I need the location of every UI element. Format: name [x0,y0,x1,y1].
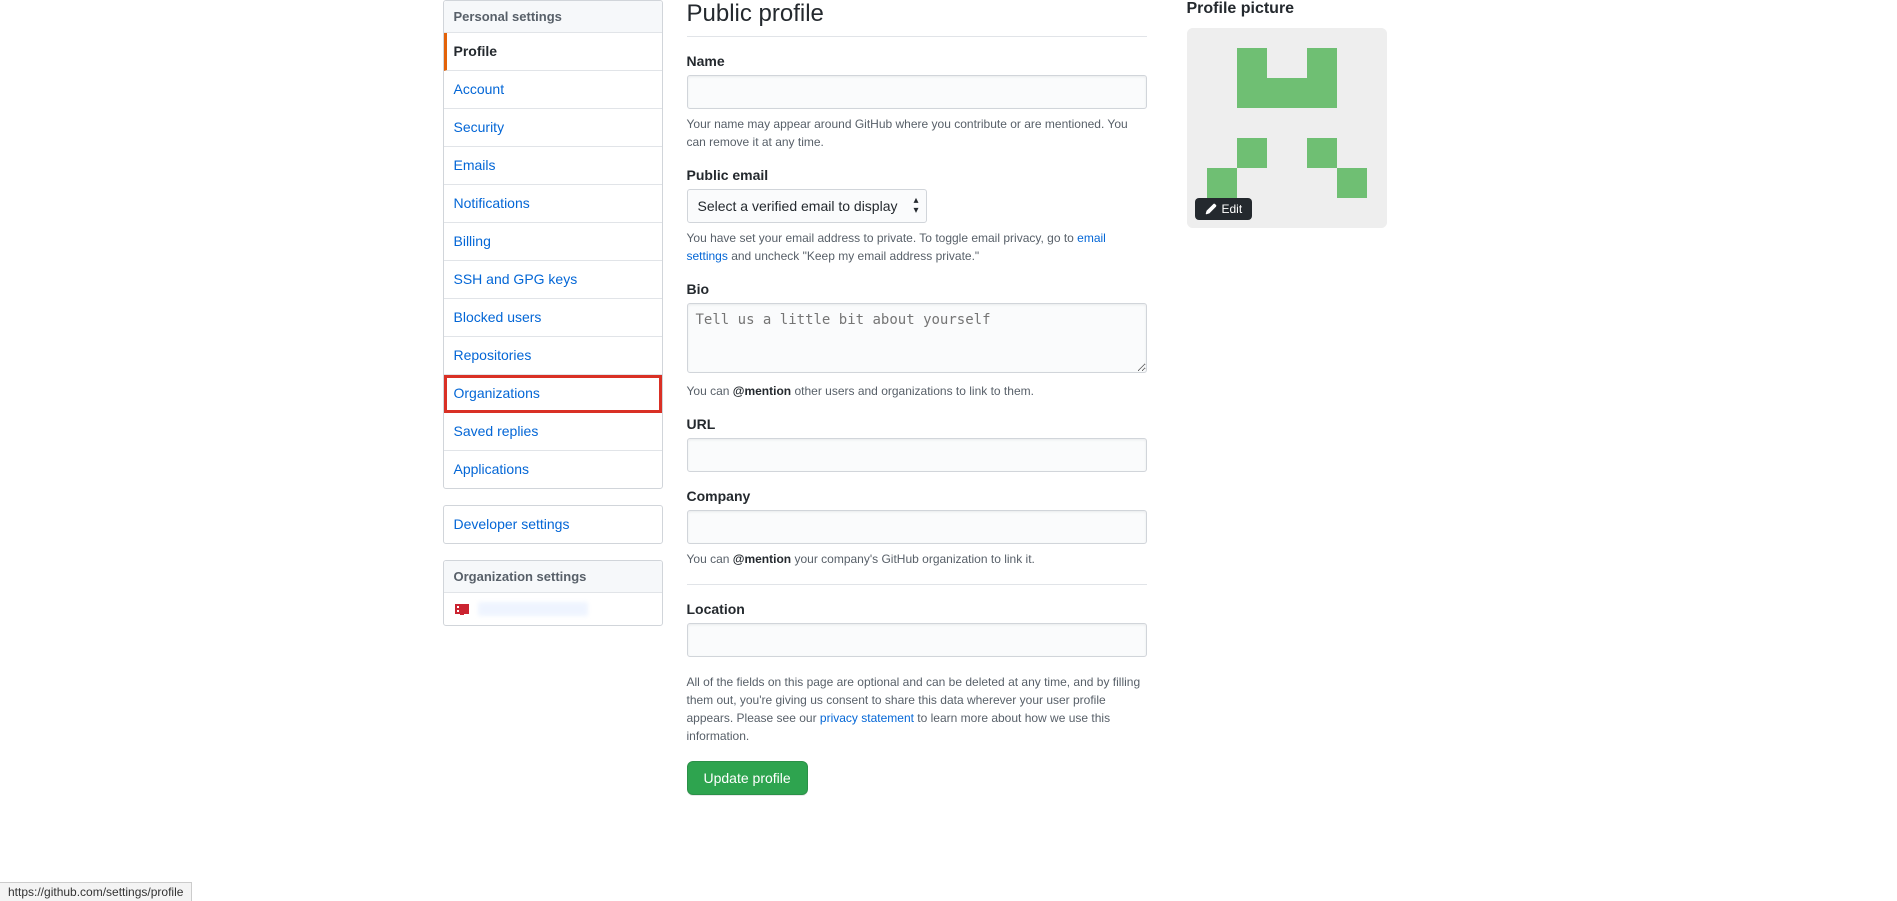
organization-settings-menu: Organization settings [443,560,663,626]
public-email-label: Public email [687,167,1147,183]
sidebar-item-repositories[interactable]: Repositories [444,337,662,375]
url-input[interactable] [687,438,1147,472]
divider [687,584,1147,585]
sidebar-item-notifications[interactable]: Notifications [444,185,662,223]
sidebar-item-saved-replies[interactable]: Saved replies [444,413,662,451]
sidebar-item-blocked-users[interactable]: Blocked users [444,299,662,337]
profile-picture-heading: Profile picture [1187,0,1407,18]
edit-avatar-button[interactable]: Edit [1195,198,1253,220]
public-email-select[interactable]: Select a verified email to display [687,189,927,223]
privacy-statement-link[interactable]: privacy statement [820,711,914,725]
public-email-note: You have set your email address to priva… [687,229,1147,265]
personal-settings-menu: Personal settings Profile Account Securi… [443,0,663,489]
company-note: You can @mention your company's GitHub o… [687,550,1147,568]
page-title: Public profile [687,0,1147,37]
name-label: Name [687,53,1147,69]
company-label: Company [687,488,1147,504]
sidebar-item-emails[interactable]: Emails [444,147,662,185]
sidebar-item-profile[interactable]: Profile [444,33,662,71]
bio-note: You can @mention other users and organiz… [687,382,1147,400]
sidebar-item-applications[interactable]: Applications [444,451,662,488]
developer-settings-menu: Developer settings [443,505,663,544]
organization-item[interactable] [444,593,662,625]
sidebar-item-account[interactable]: Account [444,71,662,109]
url-label: URL [687,416,1147,432]
sidebar-item-security[interactable]: Security [444,109,662,147]
name-input[interactable] [687,75,1147,109]
avatar: Edit [1187,28,1387,228]
organization-settings-header: Organization settings [444,561,662,593]
sidebar-item-ssh-gpg[interactable]: SSH and GPG keys [444,261,662,299]
bio-textarea[interactable] [687,303,1147,373]
status-bar-url: https://github.com/settings/profile [0,882,192,901]
sidebar-item-organizations[interactable]: Organizations [444,375,662,413]
location-label: Location [687,601,1147,617]
organization-icon [454,601,470,617]
pencil-icon [1205,203,1217,215]
sidebar-item-billing[interactable]: Billing [444,223,662,261]
update-profile-button[interactable]: Update profile [687,761,808,795]
organization-name [478,602,588,616]
name-note: Your name may appear around GitHub where… [687,115,1147,151]
personal-settings-header: Personal settings [444,1,662,33]
disclaimer-note: All of the fields on this page are optio… [687,673,1147,745]
sidebar-item-developer-settings[interactable]: Developer settings [444,506,662,543]
bio-label: Bio [687,281,1147,297]
location-input[interactable] [687,623,1147,657]
company-input[interactable] [687,510,1147,544]
